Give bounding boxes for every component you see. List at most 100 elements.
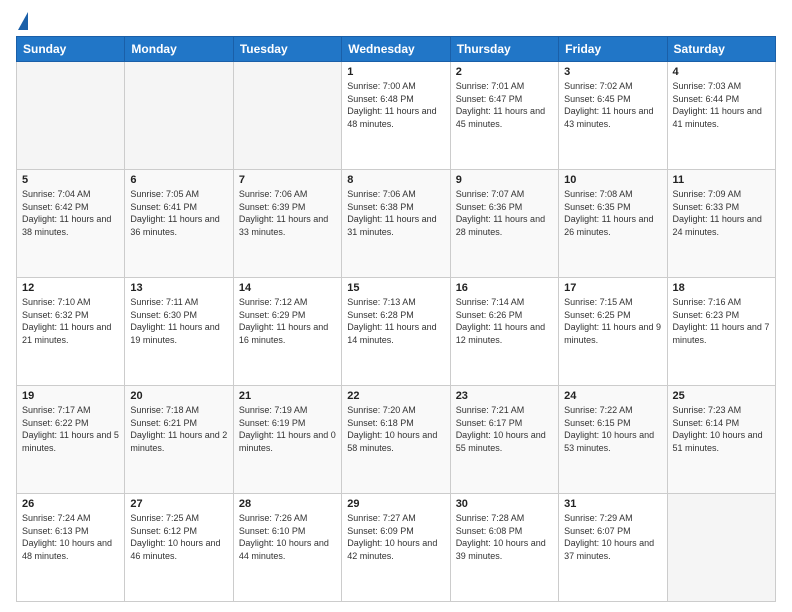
day-number: 7: [239, 174, 336, 186]
day-info: Sunrise: 7:06 AMSunset: 6:38 PMDaylight:…: [347, 188, 444, 238]
weekday-header: Sunday: [17, 37, 125, 62]
day-number: 28: [239, 498, 336, 510]
day-info: Sunrise: 7:29 AMSunset: 6:07 PMDaylight:…: [564, 512, 661, 562]
day-info: Sunrise: 7:22 AMSunset: 6:15 PMDaylight:…: [564, 404, 661, 454]
weekday-header: Friday: [559, 37, 667, 62]
day-number: 18: [673, 282, 770, 294]
page: SundayMondayTuesdayWednesdayThursdayFrid…: [0, 0, 792, 612]
calendar-day-cell: 30 Sunrise: 7:28 AMSunset: 6:08 PMDayligh…: [450, 494, 558, 602]
day-info: Sunrise: 7:11 AMSunset: 6:30 PMDaylight:…: [130, 296, 227, 346]
day-info: Sunrise: 7:08 AMSunset: 6:35 PMDaylight:…: [564, 188, 661, 238]
calendar-day-cell: 26 Sunrise: 7:24 AMSunset: 6:13 PMDayligh…: [17, 494, 125, 602]
calendar-day-cell: 8 Sunrise: 7:06 AMSunset: 6:38 PMDaylight…: [342, 170, 450, 278]
calendar-day-cell: 13 Sunrise: 7:11 AMSunset: 6:30 PMDayligh…: [125, 278, 233, 386]
day-number: 26: [22, 498, 119, 510]
day-number: 4: [673, 66, 770, 78]
day-number: 13: [130, 282, 227, 294]
calendar-header-row: SundayMondayTuesdayWednesdayThursdayFrid…: [17, 37, 776, 62]
logo: [16, 12, 28, 30]
calendar-day-cell: 27Sunrise: 7:25 AMSunset: 6:12 PMDayligh…: [125, 494, 233, 602]
weekday-header: Thursday: [450, 37, 558, 62]
calendar-day-cell: 31Sunrise: 7:29 AMSunset: 6:07 PMDayligh…: [559, 494, 667, 602]
calendar-week-row: 26 Sunrise: 7:24 AMSunset: 6:13 PMDayligh…: [17, 494, 776, 602]
calendar-day-cell: 24 Sunrise: 7:22 AMSunset: 6:15 PMDayligh…: [559, 386, 667, 494]
day-info: Sunrise: 7:05 AMSunset: 6:41 PMDaylight:…: [130, 188, 227, 238]
day-info: Sunrise: 7:27 AMSunset: 6:09 PMDaylight:…: [347, 512, 444, 562]
calendar-day-cell: 12 Sunrise: 7:10 AMSunset: 6:32 PMDayligh…: [17, 278, 125, 386]
calendar-day-cell: [125, 62, 233, 170]
calendar-day-cell: 11 Sunrise: 7:09 AMSunset: 6:33 PMDayligh…: [667, 170, 775, 278]
day-number: 17: [564, 282, 661, 294]
day-number: 12: [22, 282, 119, 294]
calendar-day-cell: [667, 494, 775, 602]
calendar-day-cell: 29 Sunrise: 7:27 AMSunset: 6:09 PMDayligh…: [342, 494, 450, 602]
day-info: Sunrise: 7:18 AMSunset: 6:21 PMDaylight:…: [130, 404, 227, 454]
day-number: 6: [130, 174, 227, 186]
day-info: Sunrise: 7:01 AMSunset: 6:47 PMDaylight:…: [456, 80, 553, 130]
calendar-day-cell: 3 Sunrise: 7:02 AMSunset: 6:45 PMDaylight…: [559, 62, 667, 170]
calendar-day-cell: 10Sunrise: 7:08 AMSunset: 6:35 PMDayligh…: [559, 170, 667, 278]
calendar-week-row: 19Sunrise: 7:17 AMSunset: 6:22 PMDayligh…: [17, 386, 776, 494]
weekday-header: Saturday: [667, 37, 775, 62]
day-number: 9: [456, 174, 553, 186]
day-number: 22: [347, 390, 444, 402]
day-number: 2: [456, 66, 553, 78]
calendar-table: SundayMondayTuesdayWednesdayThursdayFrid…: [16, 36, 776, 602]
header: [16, 12, 776, 30]
calendar-week-row: 5 Sunrise: 7:04 AMSunset: 6:42 PMDaylight…: [17, 170, 776, 278]
day-info: Sunrise: 7:04 AMSunset: 6:42 PMDaylight:…: [22, 188, 119, 238]
day-info: Sunrise: 7:16 AMSunset: 6:23 PMDaylight:…: [673, 296, 770, 346]
logo-triangle-icon: [18, 12, 28, 30]
calendar-day-cell: 21 Sunrise: 7:19 AMSunset: 6:19 PMDayligh…: [233, 386, 341, 494]
calendar-day-cell: 22 Sunrise: 7:20 AMSunset: 6:18 PMDayligh…: [342, 386, 450, 494]
day-info: Sunrise: 7:13 AMSunset: 6:28 PMDaylight:…: [347, 296, 444, 346]
day-number: 25: [673, 390, 770, 402]
day-info: Sunrise: 7:12 AMSunset: 6:29 PMDaylight:…: [239, 296, 336, 346]
calendar-day-cell: 20 Sunrise: 7:18 AMSunset: 6:21 PMDayligh…: [125, 386, 233, 494]
calendar-day-cell: 6 Sunrise: 7:05 AMSunset: 6:41 PMDaylight…: [125, 170, 233, 278]
day-number: 27: [130, 498, 227, 510]
day-number: 21: [239, 390, 336, 402]
day-number: 16: [456, 282, 553, 294]
weekday-header: Monday: [125, 37, 233, 62]
day-number: 29: [347, 498, 444, 510]
day-info: Sunrise: 7:28 AMSunset: 6:08 PMDaylight:…: [456, 512, 553, 562]
calendar-week-row: 1Sunrise: 7:00 AMSunset: 6:48 PMDaylight…: [17, 62, 776, 170]
day-number: 30: [456, 498, 553, 510]
day-info: Sunrise: 7:26 AMSunset: 6:10 PMDaylight:…: [239, 512, 336, 562]
day-info: Sunrise: 7:09 AMSunset: 6:33 PMDaylight:…: [673, 188, 770, 238]
day-info: Sunrise: 7:02 AMSunset: 6:45 PMDaylight:…: [564, 80, 661, 130]
calendar-week-row: 12 Sunrise: 7:10 AMSunset: 6:32 PMDayligh…: [17, 278, 776, 386]
day-number: 24: [564, 390, 661, 402]
calendar-day-cell: 23 Sunrise: 7:21 AMSunset: 6:17 PMDayligh…: [450, 386, 558, 494]
day-info: Sunrise: 7:24 AMSunset: 6:13 PMDaylight:…: [22, 512, 119, 562]
calendar-day-cell: 1Sunrise: 7:00 AMSunset: 6:48 PMDaylight…: [342, 62, 450, 170]
calendar-day-cell: 15 Sunrise: 7:13 AMSunset: 6:28 PMDayligh…: [342, 278, 450, 386]
calendar-day-cell: [17, 62, 125, 170]
day-info: Sunrise: 7:10 AMSunset: 6:32 PMDaylight:…: [22, 296, 119, 346]
calendar-day-cell: 2 Sunrise: 7:01 AMSunset: 6:47 PMDaylight…: [450, 62, 558, 170]
day-number: 14: [239, 282, 336, 294]
day-number: 20: [130, 390, 227, 402]
weekday-header: Wednesday: [342, 37, 450, 62]
day-info: Sunrise: 7:14 AMSunset: 6:26 PMDaylight:…: [456, 296, 553, 346]
day-info: Sunrise: 7:20 AMSunset: 6:18 PMDaylight:…: [347, 404, 444, 454]
day-number: 8: [347, 174, 444, 186]
day-info: Sunrise: 7:17 AMSunset: 6:22 PMDaylight:…: [22, 404, 119, 454]
calendar-day-cell: 4 Sunrise: 7:03 AMSunset: 6:44 PMDaylight…: [667, 62, 775, 170]
day-info: Sunrise: 7:21 AMSunset: 6:17 PMDaylight:…: [456, 404, 553, 454]
calendar-day-cell: 18 Sunrise: 7:16 AMSunset: 6:23 PMDayligh…: [667, 278, 775, 386]
day-number: 5: [22, 174, 119, 186]
calendar-day-cell: 28 Sunrise: 7:26 AMSunset: 6:10 PMDayligh…: [233, 494, 341, 602]
day-number: 23: [456, 390, 553, 402]
calendar-day-cell: 9Sunrise: 7:07 AMSunset: 6:36 PMDaylight…: [450, 170, 558, 278]
day-info: Sunrise: 7:03 AMSunset: 6:44 PMDaylight:…: [673, 80, 770, 130]
day-info: Sunrise: 7:19 AMSunset: 6:19 PMDaylight:…: [239, 404, 336, 454]
calendar-day-cell: [233, 62, 341, 170]
calendar-day-cell: 19Sunrise: 7:17 AMSunset: 6:22 PMDayligh…: [17, 386, 125, 494]
calendar-day-cell: 17Sunrise: 7:15 AMSunset: 6:25 PMDayligh…: [559, 278, 667, 386]
day-number: 15: [347, 282, 444, 294]
day-number: 11: [673, 174, 770, 186]
day-number: 3: [564, 66, 661, 78]
day-info: Sunrise: 7:00 AMSunset: 6:48 PMDaylight:…: [347, 80, 444, 130]
